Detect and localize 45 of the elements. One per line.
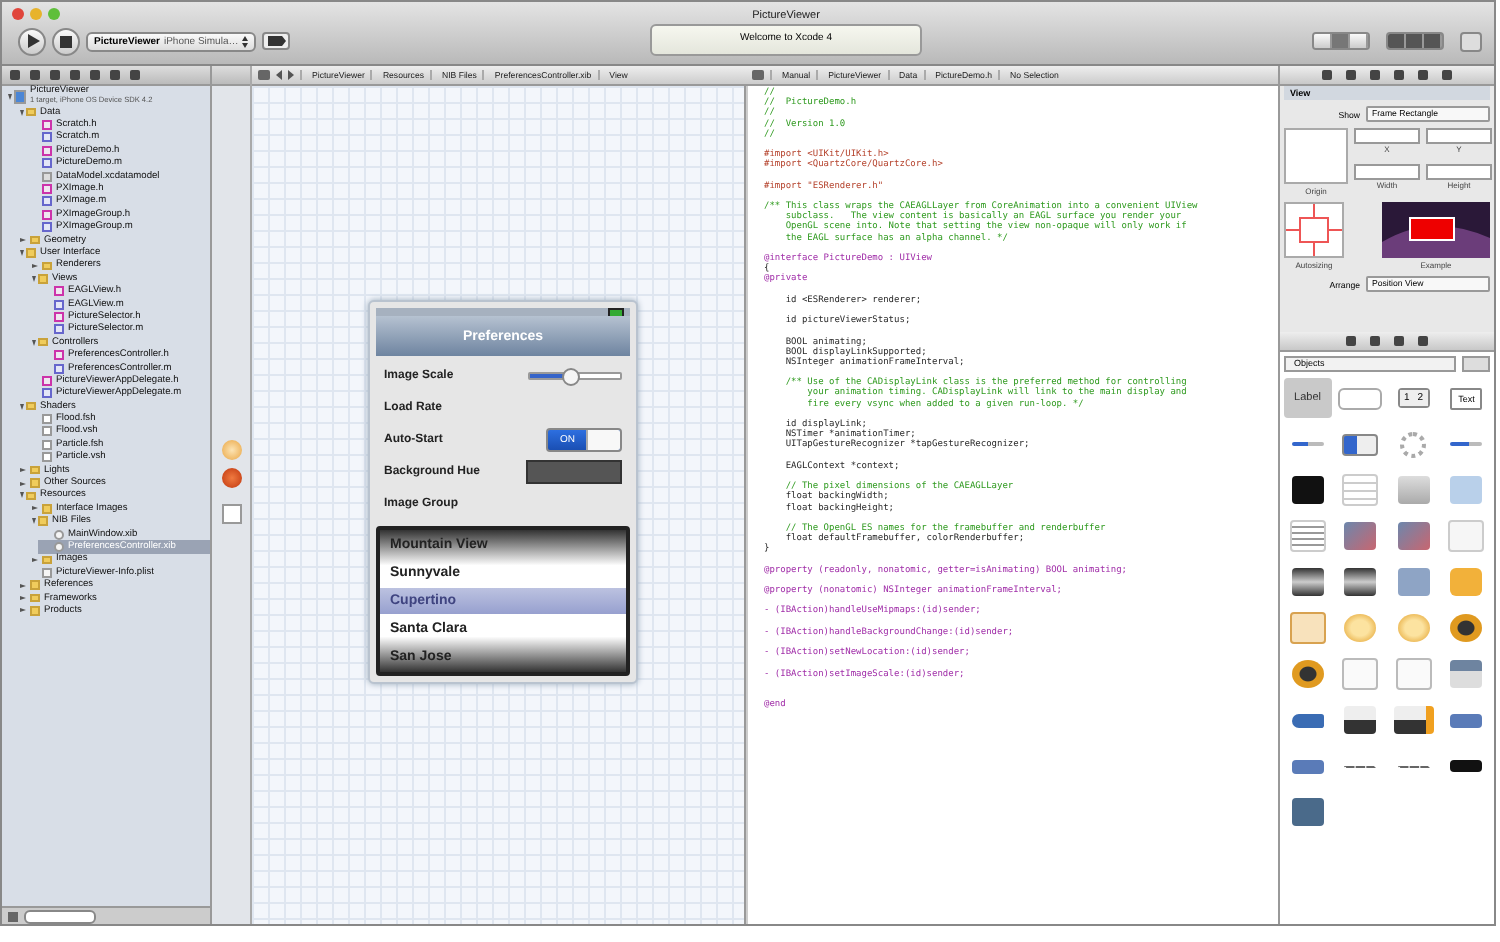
example-preview <box>1382 202 1490 258</box>
organizer-button[interactable] <box>1460 31 1482 51</box>
view-icon[interactable] <box>221 504 241 524</box>
file-icon <box>14 90 26 104</box>
inspector-tab-icon[interactable] <box>1346 70 1356 80</box>
forward-icon[interactable] <box>288 70 294 80</box>
back-icon[interactable] <box>276 70 282 80</box>
color-swatch[interactable] <box>526 460 622 484</box>
related-items-icon[interactable] <box>258 70 270 80</box>
library-tab-icon[interactable] <box>1418 336 1428 346</box>
number-field[interactable] <box>1354 164 1420 180</box>
breakpoint-icon <box>267 36 286 46</box>
number-field[interactable] <box>1354 128 1420 144</box>
folder-icon <box>42 555 52 565</box>
inspector-tab-icon[interactable] <box>1322 70 1332 80</box>
inspector-tab-icon[interactable] <box>1370 70 1380 80</box>
view-mode-icon[interactable] <box>1462 356 1490 372</box>
filter-field[interactable] <box>24 909 96 923</box>
editor-mode-control[interactable] <box>1312 32 1370 50</box>
run-button[interactable] <box>18 27 46 55</box>
folder-icon <box>26 107 36 117</box>
folder-icon <box>26 401 36 411</box>
library-tab-icon[interactable] <box>1394 336 1404 346</box>
origin-icon[interactable] <box>1284 128 1348 184</box>
inspector-tab-icon[interactable] <box>1394 70 1404 80</box>
inspector-tab-icon[interactable] <box>1418 70 1428 80</box>
library-tab-icon[interactable] <box>1346 336 1356 346</box>
view-control[interactable] <box>1386 32 1444 50</box>
number-field[interactable] <box>1426 128 1492 144</box>
breakpoints-button[interactable] <box>262 32 291 50</box>
file-icon <box>42 567 52 578</box>
stop-button[interactable] <box>52 27 80 55</box>
related-items-icon[interactable] <box>752 70 764 80</box>
add-icon[interactable] <box>8 911 18 921</box>
library-object[interactable] <box>1390 700 1437 740</box>
autosizing-icon[interactable] <box>1284 202 1344 258</box>
folder-icon <box>38 337 48 347</box>
number-field[interactable] <box>1426 164 1492 180</box>
close-button[interactable] <box>12 8 24 20</box>
play-icon <box>25 34 39 48</box>
inspector-tab-icon[interactable] <box>1442 70 1452 80</box>
library-tab-icon[interactable] <box>1370 336 1380 346</box>
stop-icon <box>60 35 72 47</box>
updown-arrows-icon <box>242 35 249 47</box>
slider[interactable] <box>528 372 622 380</box>
